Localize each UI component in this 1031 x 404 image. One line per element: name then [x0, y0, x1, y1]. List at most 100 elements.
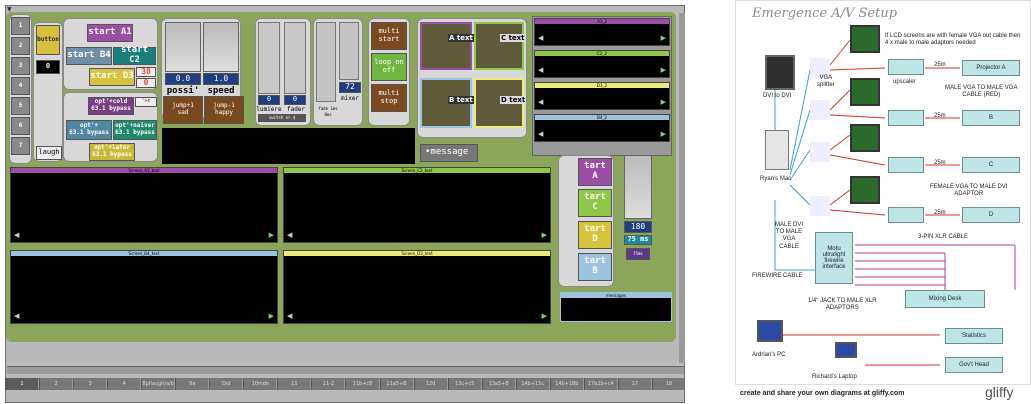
duration-tag[interactable]: 75ms [626, 248, 650, 260]
fader-slider[interactable] [284, 22, 306, 94]
preview-b4[interactable]: B4_2 ◀ ▶ [534, 114, 670, 142]
position-label: possi' [166, 86, 200, 96]
preview-d3-next-icon[interactable]: ▶ [661, 98, 666, 106]
bang-button[interactable]: button [36, 25, 60, 55]
start-d-button[interactable]: tart D [578, 221, 612, 249]
tab-4[interactable]: 4 [107, 378, 141, 390]
tab-20[interactable]: 18 [651, 378, 685, 390]
duration-value[interactable]: 180 [624, 221, 652, 233]
fader-value[interactable]: 0 [284, 95, 306, 105]
preview-c2-prev-icon[interactable]: ◀ [538, 66, 543, 74]
messages-window[interactable]: messages [560, 292, 672, 322]
tab-7[interactable]: Did [209, 378, 243, 390]
preset-button-3[interactable]: 3 [11, 57, 30, 75]
opt-plus-button[interactable]: opt'+ 63.1 bypass [66, 120, 112, 140]
preset-button-2[interactable]: 2 [11, 37, 30, 55]
screen-c2[interactable]: Screen_C2_text ◀ ▶ [283, 167, 551, 243]
tab-12[interactable]: 11a5+B [379, 378, 413, 390]
preview-a1-next-icon[interactable]: ▶ [661, 34, 666, 42]
preview-c2-next-icon[interactable]: ▶ [661, 66, 666, 74]
jump-happy-button[interactable]: jump-1 happy [204, 96, 244, 124]
multi-start-button[interactable]: multi start [371, 22, 407, 50]
preview-b4-prev-icon[interactable]: ◀ [538, 130, 543, 138]
preview-d3[interactable]: D3_2 ◀ ▶ [534, 82, 670, 110]
horizontal-scrollbar[interactable] [7, 366, 684, 374]
opt-later-button[interactable]: opt'+later 63.1 bypass [89, 143, 135, 161]
tab-18[interactable]: 17b2b+c4 [583, 378, 617, 390]
start-b4-button[interactable]: start B4 [66, 47, 112, 65]
tab-1[interactable]: 1 [5, 378, 39, 390]
tab-6[interactable]: 8a [175, 378, 209, 390]
lumiere-slider[interactable] [258, 22, 280, 94]
tab-5[interactable]: 8p/laugh/a/b [141, 378, 175, 390]
screen-d3-next-icon[interactable]: ▶ [542, 312, 547, 320]
screen-b4-prev-icon[interactable]: ◀ [14, 312, 19, 320]
preset-button-7[interactable]: 7 [11, 137, 30, 155]
duration-slider[interactable] [624, 155, 652, 219]
preview-c2-label: C2_2 [535, 51, 669, 56]
tab-11[interactable]: 11b+c8 [345, 378, 379, 390]
tab-17[interactable]: 14b+18b [549, 378, 583, 390]
loop-toggle-button[interactable]: loop on off [371, 53, 407, 81]
mixer-value[interactable]: 72 [339, 82, 361, 93]
start-d3-button[interactable]: start D3 [89, 68, 135, 86]
tab-2[interactable]: 2 [39, 378, 73, 390]
tab-10[interactable]: 11-2 [311, 378, 345, 390]
screen-a1-prev-icon[interactable]: ◀ [14, 231, 19, 239]
lumiere-value[interactable]: 0 [258, 95, 280, 105]
message-box[interactable]: • message [420, 144, 478, 162]
switch-button[interactable]: switch or $ [258, 114, 306, 122]
screen-a1-next-icon[interactable]: ▶ [269, 231, 274, 239]
multi-stop-button[interactable]: multi stop [371, 84, 407, 112]
duration-ms[interactable]: 75 ms [624, 235, 652, 245]
preset-button-4[interactable]: 4 [11, 77, 30, 95]
tab-9[interactable]: 11 [277, 378, 311, 390]
opt-cold-button[interactable]: opt'+cold 63.1 bypass [88, 97, 134, 115]
position-value[interactable]: 0.0 [165, 73, 201, 85]
screen-b4-next-icon[interactable]: ▶ [269, 312, 274, 320]
preset-button-1[interactable]: 1 [11, 17, 30, 35]
start-a-button[interactable]: tart A [578, 158, 612, 186]
start-c2-button[interactable]: start C2 [113, 45, 156, 65]
distance-d: 25m [934, 210, 946, 216]
preview-a1[interactable]: A1_2 ◀ ▶ [534, 18, 670, 46]
preview-b4-next-icon[interactable]: ▶ [661, 130, 666, 138]
start-a1-button[interactable]: start A1 [87, 24, 133, 42]
mixer-slider-left[interactable] [316, 22, 336, 102]
preview-a1-prev-icon[interactable]: ◀ [538, 34, 543, 42]
screen-b4[interactable]: Screen_B4_text ◀ ▶ [10, 250, 278, 324]
screen-d3[interactable]: Screen_D3_text ◀ ▶ [283, 250, 551, 324]
speed-slider[interactable] [203, 22, 239, 72]
laugh-button[interactable]: laugh [36, 146, 62, 160]
opt-naiver-button[interactable]: opt'+naiver 63.1 bypass [113, 120, 157, 140]
preview-c2[interactable]: C2_2 ◀ ▶ [534, 50, 670, 78]
vertical-scrollbar[interactable] [679, 13, 685, 363]
screen-d3-prev-icon[interactable]: ◀ [287, 312, 292, 320]
screen-c2-prev-icon[interactable]: ◀ [287, 231, 292, 239]
counter-number[interactable]: 0 [36, 60, 60, 74]
tab-16[interactable]: 14b+15c [515, 378, 549, 390]
mixer-slider-right[interactable] [339, 22, 359, 80]
preset-button-6[interactable]: 6 [11, 117, 30, 135]
preview-d3-prev-icon[interactable]: ◀ [538, 98, 543, 106]
start-b-button[interactable]: tart B [578, 253, 612, 281]
start-c-button[interactable]: tart C [578, 189, 612, 217]
vga-splitter-icon-2 [810, 100, 830, 120]
tab-15[interactable]: 13a5+B [481, 378, 515, 390]
tab-13[interactable]: 12d [413, 378, 447, 390]
tab-19[interactable]: 17 [617, 378, 651, 390]
tab-3[interactable]: 3 [73, 378, 107, 390]
preset-button-5[interactable]: 5 [11, 97, 30, 115]
start-d3-number-2[interactable]: 0 [136, 78, 156, 88]
position-slider[interactable] [165, 22, 201, 72]
text-c-thumbnail[interactable] [474, 22, 524, 70]
tab-14[interactable]: 13c+c5 [447, 378, 481, 390]
start-d3-number[interactable]: 30 [136, 67, 156, 77]
screen-a1[interactable]: Screen_A1_text ◀ ▶ [10, 167, 278, 243]
tab-8[interactable]: 10mdn [243, 378, 277, 390]
opt-cold-tag[interactable]: '+c [135, 97, 157, 107]
speed-value[interactable]: 1.0 [203, 73, 239, 85]
jump-sad-button[interactable]: jump+1 sad [163, 96, 203, 124]
text-a-thumbnail[interactable] [420, 22, 472, 70]
screen-c2-next-icon[interactable]: ▶ [542, 231, 547, 239]
